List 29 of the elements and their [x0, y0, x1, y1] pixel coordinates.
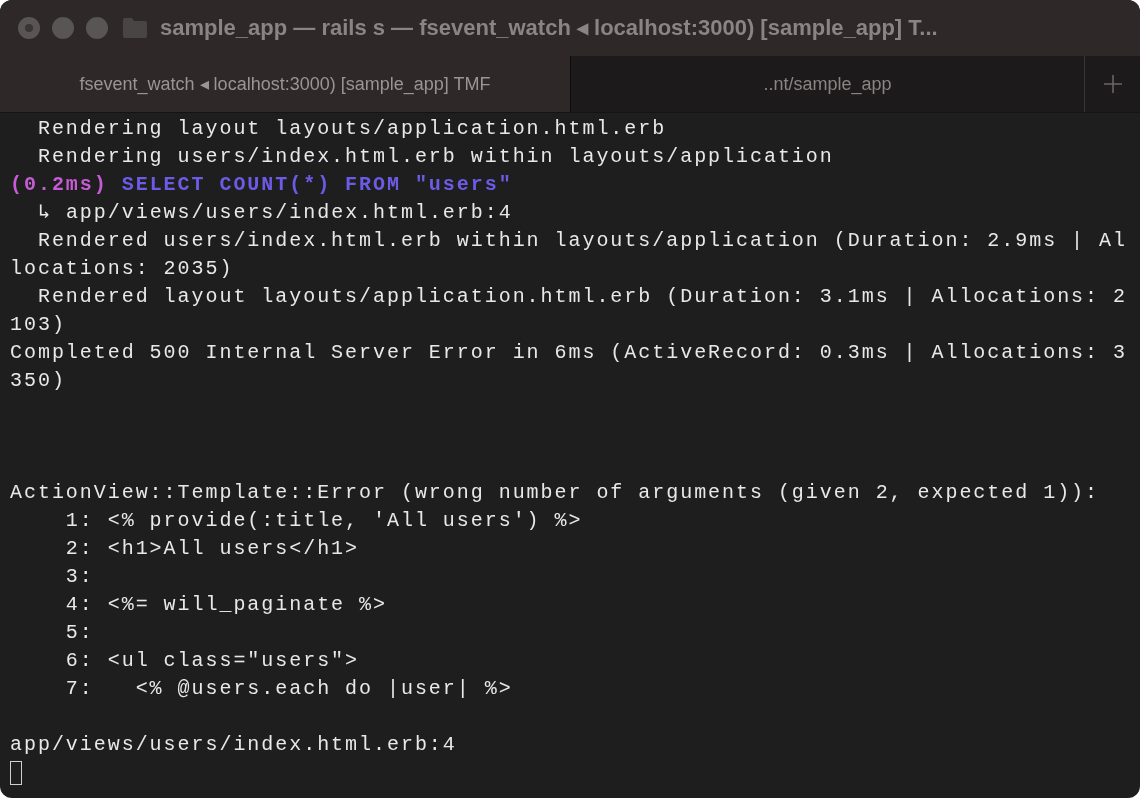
terminal-line: Rendering users/index.html.erb within layouts/application: [36, 144, 835, 170]
terminal-line: 3:: [64, 564, 95, 590]
terminal-line: 6: <ul class="users">: [64, 648, 361, 674]
terminal-line: Completed 500 Internal Server Error in 6ms (ActiveRecord: 0.3ms | Allocations: 3: [10, 340, 1128, 366]
terminal-line: Rendered layout layouts/application.html.erb (Duration: 3.1ms | Allocations: 2: [36, 284, 1128, 310]
terminal-line: 103): [10, 312, 67, 338]
terminal-line: Rendered users/index.html.erb within layouts/application (Duration: 2.9ms | Al: [36, 228, 1128, 254]
terminal-line: ActionView::Template::Error (wrong number of arguments (given 2, expected 1)):: [10, 480, 1101, 506]
cursor-icon: [10, 760, 22, 785]
window-title: sample_app — rails s — fsevent_watch ◂ localhost:3000) [sample_app] T...: [160, 15, 938, 41]
zoom-button[interactable]: [86, 17, 108, 39]
folder-icon: [122, 17, 148, 39]
terminal-line: 5:: [64, 620, 95, 646]
plus-icon: [1102, 74, 1123, 94]
close-button[interactable]: [18, 17, 40, 39]
terminal-line: app/views/users/index.html.erb:4: [10, 732, 458, 758]
terminal-line: 7: <% @users.each do |user| %>: [64, 676, 514, 702]
terminal-line: locations: 2035): [10, 256, 235, 282]
sql-query: SELECT COUNT(*) FROM "users": [121, 173, 513, 196]
query-duration: (0.2ms): [10, 173, 108, 196]
new-tab-button[interactable]: [1084, 56, 1140, 112]
terminal-line: ↳ app/views/users/index.html.erb:4: [36, 200, 514, 226]
tab[interactable]: ..nt/sample_app: [570, 56, 1084, 112]
terminal-line: 4: <%= will_paginate %>: [64, 592, 388, 618]
terminal-line: 350): [10, 368, 67, 394]
minimize-button[interactable]: [52, 17, 74, 39]
terminal-line: Rendering layout layouts/application.html.erb: [36, 116, 668, 142]
terminal-line: 2: <h1>All users</h1>: [64, 536, 361, 562]
terminal-line: 1: <% provide(:title, 'All users') %>: [64, 508, 584, 534]
